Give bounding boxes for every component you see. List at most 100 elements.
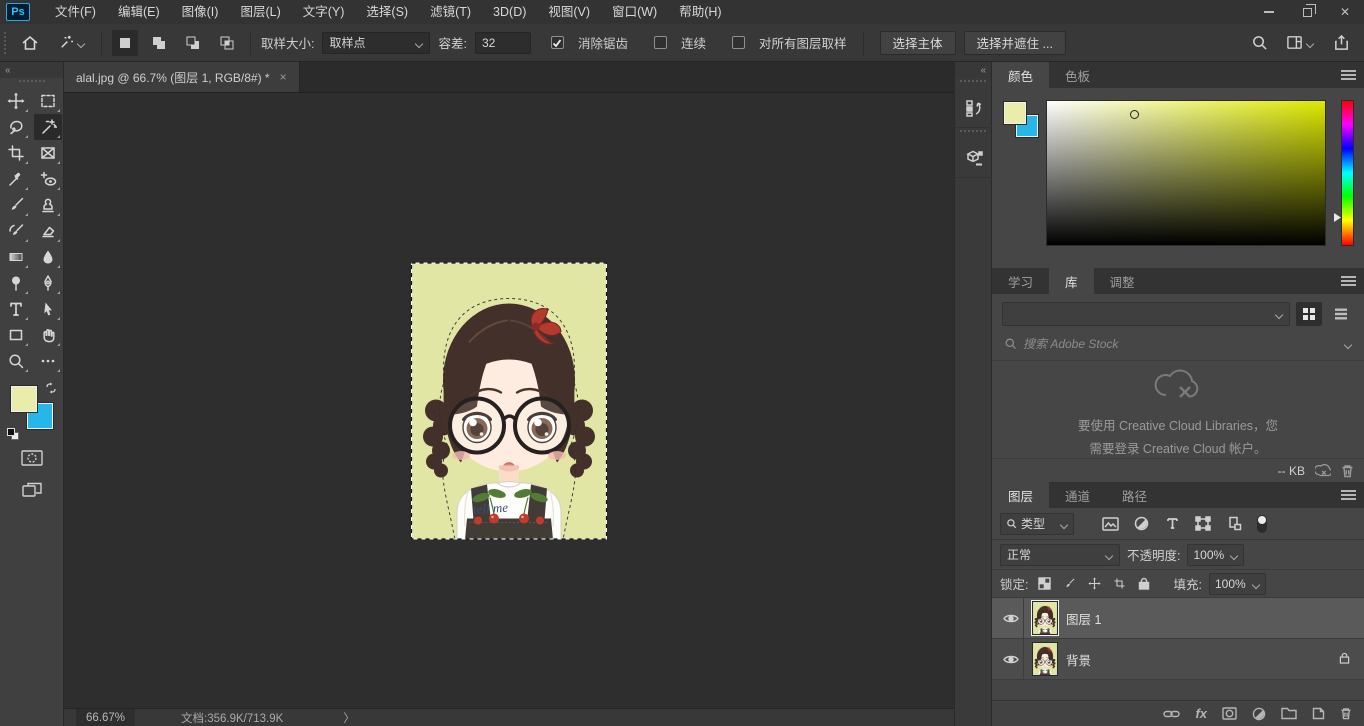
toolbar-collapse-button[interactable]: « (0, 62, 63, 78)
select-subject-button[interactable]: 选择主体 (880, 31, 956, 55)
anti-alias-checkbox[interactable] (551, 36, 564, 49)
tab-color[interactable]: 颜色 (992, 62, 1049, 88)
saturation-brightness-field[interactable] (1046, 100, 1326, 246)
history-brush-tool[interactable] (2, 218, 30, 244)
healing-brush-tool[interactable] (34, 166, 62, 192)
menu-select[interactable]: 选择(S) (355, 0, 419, 24)
tab-layers[interactable]: 图层 (992, 482, 1049, 508)
tool-preset-button[interactable] (51, 30, 91, 56)
minimize-button[interactable] (1250, 0, 1288, 24)
document-tab[interactable]: alal.jpg @ 66.7% (图层 1, RGB/8#) * × (64, 62, 300, 92)
cc-sync-icon[interactable] (1315, 464, 1331, 478)
menu-help[interactable]: 帮助(H) (668, 0, 732, 24)
magic-wand-tool[interactable] (34, 114, 62, 140)
menu-window[interactable]: 窗口(W) (601, 0, 668, 24)
menu-view[interactable]: 视图(V) (537, 0, 601, 24)
filter-type-layers-button[interactable] (1160, 513, 1184, 535)
add-to-selection-button[interactable] (146, 30, 172, 56)
lock-artboard-button[interactable] (1110, 575, 1128, 593)
filter-shape-layers-button[interactable] (1191, 513, 1215, 535)
close-button[interactable]: ✕ (1326, 0, 1364, 24)
visibility-toggle[interactable] (998, 639, 1024, 679)
color-field-cursor[interactable] (1130, 110, 1139, 119)
adjustment-layer-icon[interactable] (1252, 707, 1266, 721)
delete-layer-icon[interactable] (1340, 707, 1352, 720)
share-button[interactable] (1328, 30, 1354, 56)
list-view-button[interactable] (1328, 302, 1354, 326)
gradient-tool[interactable] (2, 244, 30, 270)
status-options-chevron[interactable]: 〉 (343, 710, 355, 726)
tab-libraries[interactable]: 库 (1049, 268, 1094, 294)
edit-toolbar-button[interactable] (34, 348, 62, 374)
menu-file[interactable]: 文件(F) (44, 0, 107, 24)
crop-tool[interactable] (2, 140, 30, 166)
visibility-toggle[interactable] (998, 598, 1024, 638)
frame-tool[interactable] (34, 140, 62, 166)
eraser-tool[interactable] (34, 218, 62, 244)
default-colors-icon[interactable] (7, 428, 19, 440)
delete-icon[interactable] (1341, 464, 1354, 478)
rectangle-tool[interactable] (2, 322, 30, 348)
layer-thumbnail[interactable] (1032, 642, 1058, 676)
subtract-from-selection-button[interactable] (180, 30, 206, 56)
panel-menu-icon[interactable] (1341, 490, 1356, 500)
hue-slider-arrow[interactable] (1334, 213, 1341, 222)
filter-smart-objects-button[interactable] (1222, 513, 1246, 535)
zoom-level-field[interactable]: 66.67% (76, 709, 135, 726)
home-button[interactable] (17, 30, 43, 56)
search-button[interactable] (1246, 30, 1272, 56)
properties-panel-button[interactable] (955, 138, 993, 178)
library-select[interactable] (1002, 302, 1290, 326)
history-panel-button[interactable] (955, 88, 993, 128)
layer-effects-icon[interactable]: fx (1195, 706, 1207, 721)
layer-filter-type-select[interactable]: 类型 (1000, 513, 1074, 535)
dodge-tool[interactable] (2, 270, 30, 296)
blur-tool[interactable] (34, 244, 62, 270)
new-layer-icon[interactable] (1312, 707, 1325, 720)
lock-transparent-pixels-button[interactable] (1035, 575, 1053, 593)
path-selection-tool[interactable] (34, 296, 62, 322)
document-image[interactable]: tell me (411, 262, 607, 539)
workspace-switcher-button[interactable] (1280, 30, 1320, 56)
hue-slider[interactable] (1341, 100, 1354, 246)
move-tool[interactable] (2, 88, 30, 114)
select-and-mask-button[interactable]: 选择并遮住 ... (964, 31, 1066, 55)
layer-thumbnail[interactable] (1032, 601, 1058, 635)
menu-type[interactable]: 文字(Y) (292, 0, 356, 24)
new-selection-button[interactable] (112, 30, 138, 56)
quick-mask-button[interactable] (18, 446, 46, 470)
add-layer-mask-icon[interactable] (1222, 707, 1237, 720)
dock-collapse-button[interactable]: « (955, 62, 991, 78)
tab-adjustments[interactable]: 调整 (1094, 268, 1151, 294)
link-layers-icon[interactable] (1163, 709, 1180, 719)
menu-filter[interactable]: 滤镜(T) (419, 0, 482, 24)
contiguous-checkbox[interactable] (654, 36, 667, 49)
layer-filter-toggle[interactable] (1257, 515, 1267, 533)
grid-view-button[interactable] (1296, 302, 1322, 326)
panel-menu-icon[interactable] (1341, 276, 1356, 286)
type-tool[interactable] (2, 296, 30, 322)
filter-pixel-layers-button[interactable] (1098, 513, 1122, 535)
menu-layer[interactable]: 图层(L) (229, 0, 291, 24)
opacity-select[interactable]: 100% (1187, 544, 1244, 566)
foreground-color-swatch[interactable] (1004, 102, 1026, 124)
tab-close-icon[interactable]: × (280, 70, 287, 84)
zoom-tool[interactable] (2, 348, 30, 374)
intersect-selection-button[interactable] (214, 30, 240, 56)
lock-all-button[interactable] (1135, 575, 1153, 593)
lasso-tool[interactable] (2, 114, 30, 140)
tolerance-input[interactable] (475, 32, 531, 54)
hand-tool[interactable] (34, 322, 62, 348)
menu-image[interactable]: 图像(I) (171, 0, 230, 24)
foreground-color-swatch[interactable] (11, 386, 37, 412)
tab-channels[interactable]: 通道 (1049, 482, 1106, 508)
panel-menu-icon[interactable] (1341, 70, 1356, 80)
screen-mode-button[interactable] (18, 478, 46, 502)
new-group-icon[interactable] (1281, 707, 1297, 720)
menu-3d[interactable]: 3D(D) (482, 0, 537, 24)
rectangular-marquee-tool[interactable] (34, 88, 62, 114)
sample-all-layers-checkbox[interactable] (732, 36, 745, 49)
blend-mode-select[interactable]: 正常 (1000, 544, 1120, 566)
brush-tool[interactable] (2, 192, 30, 218)
restore-button[interactable] (1288, 0, 1326, 24)
